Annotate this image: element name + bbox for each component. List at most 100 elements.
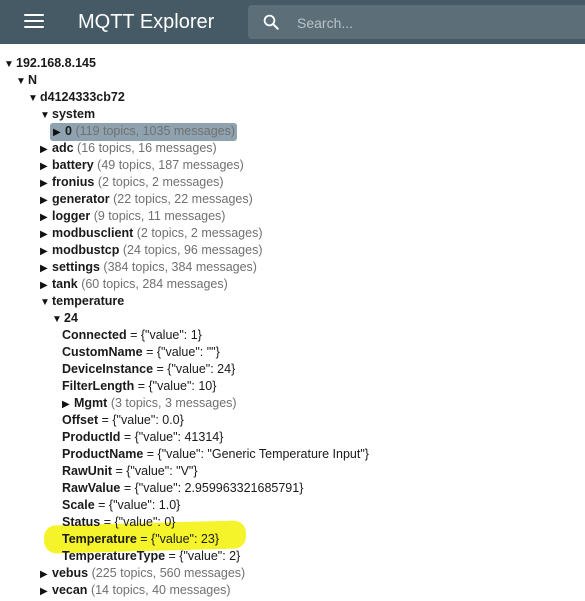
tree-leaf-row[interactable]: Temperature = {"value": 23} [62,531,219,548]
topic-name: settings [52,260,100,274]
selected-node[interactable]: ▶ 0 (119 topics, 1035 messages) [50,123,238,141]
topic-name: tank [52,277,78,291]
expand-arrow-icon[interactable]: ▶ [40,175,52,192]
expand-arrow-icon[interactable]: ▶ [40,158,52,175]
topic-count: (14 topics, 40 messages) [90,583,231,597]
tree-node-row[interactable]: ▶ modbusclient (2 topics, 2 messages) [40,225,263,242]
tree-node-row[interactable]: ▶ modbustcp (24 topics, 96 messages) [40,242,263,259]
topic-name: 24 [64,311,78,325]
tree-leaf-row[interactable]: RawUnit = {"value": "V"} [62,463,198,480]
topic-value: = {"value": 1.0} [98,498,181,512]
expand-arrow-icon[interactable]: ▶ [53,124,65,141]
topic-count: (225 topics, 560 messages) [91,566,246,580]
tree-leaf-row[interactable]: CustomName = {"value": ""} [62,344,220,361]
topic-name: CustomName [62,345,143,359]
topic-name: 192.168.8.145 [16,56,96,70]
search-icon [263,14,279,30]
topic-name: adc [52,141,74,155]
topic-count: (3 topics, 3 messages) [110,396,237,410]
expand-arrow-icon[interactable]: ▶ [40,566,52,583]
topic-count: (2 topics, 2 messages) [97,175,224,189]
tree-node-row[interactable]: ▶ vecan (14 topics, 40 messages) [40,582,231,599]
topic-name: Temperature [62,532,137,546]
expand-arrow-icon[interactable]: ▶ [40,226,52,243]
topic-name: modbustcp [52,243,120,257]
topic-name: generator [52,192,110,206]
topic-count: (384 topics, 384 messages) [103,260,257,274]
expand-arrow-icon[interactable]: ▶ [40,243,52,260]
topic-value: = {"value": 0} [103,515,176,529]
topic-value: = {"value": 41314} [123,430,224,444]
tree-node-row[interactable]: ▼ d4124333cb72 [28,89,125,106]
topic-count: (119 topics, 1035 messages) [75,124,236,138]
tree-node-row[interactable]: ▶ battery (49 topics, 187 messages) [40,157,244,174]
topic-value: = {"value": 0.0} [101,413,184,427]
collapse-arrow-icon[interactable]: ▼ [28,90,40,107]
collapse-arrow-icon[interactable]: ▼ [52,311,64,328]
topic-name: logger [52,209,91,223]
topic-name: Offset [62,413,99,427]
tree-leaf-row[interactable]: RawValue = {"value": 2.959963321685791} [62,480,303,497]
collapse-arrow-icon[interactable]: ▼ [40,294,52,311]
tree-node-row[interactable]: ▼ 24 [52,310,78,327]
topic-name: temperature [52,294,125,308]
topic-name: RawUnit [62,464,112,478]
collapse-arrow-icon[interactable]: ▼ [40,107,52,124]
topic-value: = {"value": 2.959963321685791} [123,481,304,495]
tree-node-row[interactable]: ▶ adc (16 topics, 16 messages) [40,140,217,157]
expand-arrow-icon[interactable]: ▶ [40,260,52,277]
topic-value: = {"value": "Generic Temperature Input"} [146,447,369,461]
hamburger-menu-icon[interactable] [24,14,44,30]
topic-count: (2 topics, 2 messages) [136,226,263,240]
tree-leaf-row[interactable]: Connected = {"value": 1} [62,327,202,344]
tree-node-row[interactable]: ▼ 192.168.8.145 [4,55,96,72]
topic-count: (60 topics, 284 messages) [81,277,228,291]
tree-leaf-row[interactable]: Offset = {"value": 0.0} [62,412,184,429]
search-input[interactable] [295,12,569,34]
topic-name: Status [62,515,101,529]
tree-node-row[interactable]: ▼ temperature [40,293,124,310]
tree-node-row[interactable]: ▶ vebus (225 topics, 560 messages) [40,565,245,582]
expand-arrow-icon[interactable]: ▶ [40,209,52,226]
tree-node-row[interactable]: ▶ fronius (2 topics, 2 messages) [40,174,224,191]
topic-name: vebus [52,566,89,580]
expand-arrow-icon[interactable]: ▶ [62,396,74,413]
collapse-arrow-icon[interactable]: ▼ [4,56,16,73]
topic-value: = {"value": "V"} [115,464,198,478]
topic-name: d4124333cb72 [40,90,125,104]
topic-name: 0 [65,124,72,138]
topic-name: DeviceInstance [62,362,154,376]
tree-leaf-row[interactable]: Status = {"value": 0} [62,514,175,531]
topic-value: = {"value": ""} [146,345,220,359]
topic-name: fronius [52,175,95,189]
expand-arrow-icon[interactable]: ▶ [40,141,52,158]
search-box[interactable] [248,5,585,39]
tree-node-row[interactable]: ▶ generator (22 topics, 22 messages) [40,191,253,208]
tree-node-row[interactable]: ▶ settings (384 topics, 384 messages) [40,259,257,276]
topic-value: = {"value": 1} [130,328,202,342]
collapse-arrow-icon[interactable]: ▼ [16,73,28,90]
tree-node-row[interactable]: ▶ Mgmt (3 topics, 3 messages) [62,395,237,412]
topic-value: = {"value": 24} [156,362,236,376]
tree-node-row[interactable]: ▶ logger (9 topics, 11 messages) [40,208,225,225]
topic-name: system [52,107,96,121]
expand-arrow-icon[interactable]: ▶ [40,277,52,294]
topic-name: battery [52,158,94,172]
topic-value: = {"value": 23} [140,532,220,546]
tree-leaf-row[interactable]: TemperatureType = {"value": 2} [62,548,240,565]
tree-node-row[interactable]: ▼ N [16,72,37,89]
tree-leaf-row[interactable]: FilterLength = {"value": 10} [62,378,216,395]
expand-arrow-icon[interactable]: ▶ [40,192,52,209]
tree-leaf-row[interactable]: ProductId = {"value": 41314} [62,429,223,446]
tree-leaf-row[interactable]: Scale = {"value": 1.0} [62,497,180,514]
expand-arrow-icon[interactable]: ▶ [40,583,52,600]
app-bar: MQTT Explorer [0,0,585,44]
topic-name: TemperatureType [62,549,166,563]
topic-name: modbusclient [52,226,134,240]
tree-node-row[interactable]: ▶ 0 (119 topics, 1035 messages) [50,123,238,141]
tree-node-row[interactable]: ▶ tank (60 topics, 284 messages) [40,276,228,293]
tree-leaf-row[interactable]: DeviceInstance = {"value": 24} [62,361,235,378]
topic-count: (9 topics, 11 messages) [93,209,226,223]
tree-node-row[interactable]: ▼ system [40,106,95,123]
tree-leaf-row[interactable]: ProductName = {"value": "Generic Tempera… [62,446,369,463]
